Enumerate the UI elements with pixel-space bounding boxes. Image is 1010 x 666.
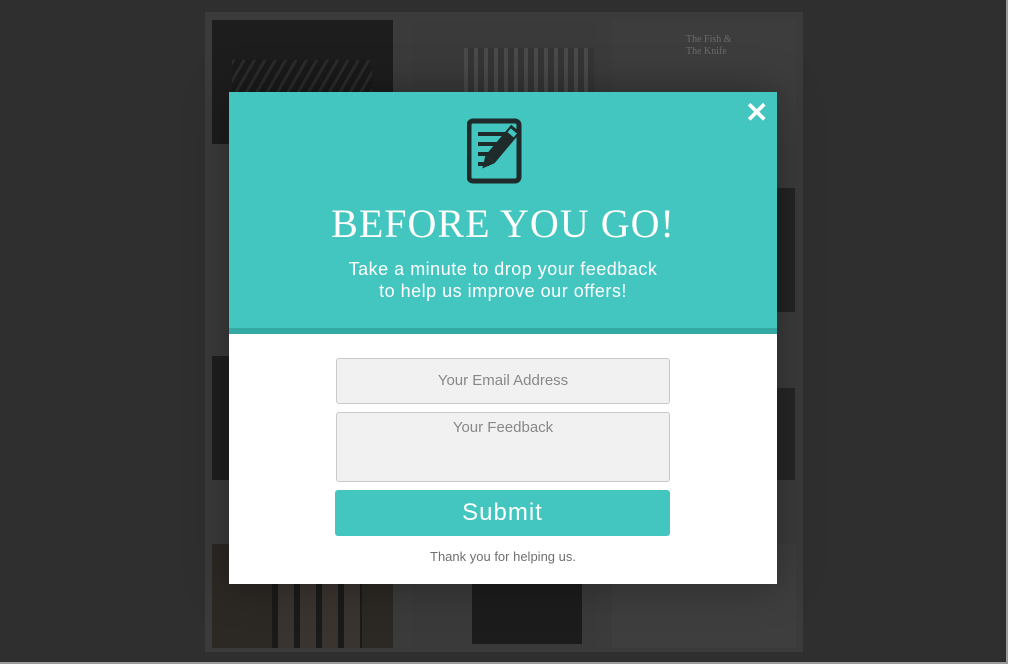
- screen-frame: The Fish & The Knife ✕ BEFORE YOU GO! Ta…: [0, 0, 1008, 664]
- subtitle-line: Take a minute to drop your feedback: [348, 259, 658, 279]
- edit-document-icon: [467, 118, 522, 184]
- feedback-textarea[interactable]: Your Feedback: [336, 412, 670, 482]
- feedback-modal: ✕ BEFORE YOU GO! Take a minute to drop y…: [229, 92, 777, 584]
- subtitle-line: to help us improve our offers!: [379, 281, 627, 301]
- modal-title: BEFORE YOU GO!: [331, 201, 675, 246]
- background-thumbnail: [775, 388, 795, 480]
- modal-subtitle: Take a minute to drop your feedback to h…: [229, 258, 777, 302]
- email-placeholder: Your Email Address: [437, 372, 569, 389]
- background-thumbnail: [775, 188, 795, 312]
- submit-button[interactable]: Submit: [335, 490, 670, 536]
- close-button[interactable]: ✕: [745, 99, 768, 127]
- thanks-text: Thank you for helping us.: [430, 549, 576, 564]
- thumbnail-text: The Fish & The Knife: [686, 34, 732, 57]
- close-icon: ✕: [745, 97, 769, 128]
- modal-header: ✕ BEFORE YOU GO! Take a minute to drop y…: [229, 92, 777, 334]
- email-field[interactable]: Your Email Address: [336, 358, 670, 404]
- feedback-placeholder: Your Feedback: [452, 419, 554, 436]
